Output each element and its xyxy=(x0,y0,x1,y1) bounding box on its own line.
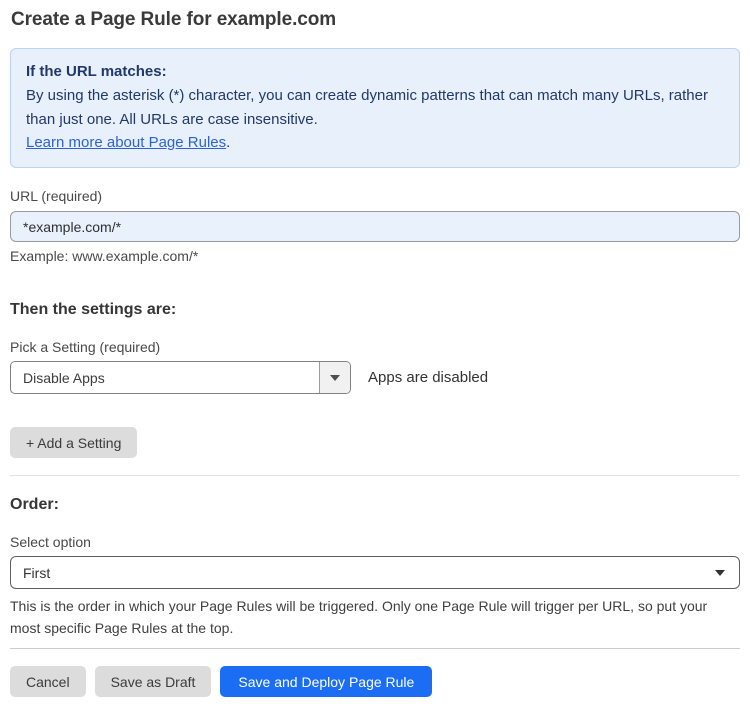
chevron-down-icon xyxy=(319,362,350,393)
section-divider xyxy=(10,475,740,476)
url-field-label: URL (required) xyxy=(10,188,103,204)
footer-divider xyxy=(10,648,740,650)
order-helper-text: This is the order in which your Page Rul… xyxy=(10,598,708,636)
info-box-link-line: Learn more about Page Rules. xyxy=(26,131,723,154)
create-page-rule-panel: Create a Page Rule for example.com If th… xyxy=(0,0,750,709)
page-title: Create a Page Rule for example.com xyxy=(11,9,337,30)
url-example-helper: Example: www.example.com/* xyxy=(10,248,199,264)
settings-section-heading: Then the settings are: xyxy=(10,301,177,318)
select-option-label: Select option xyxy=(10,534,91,550)
setting-status-text: Apps are disabled xyxy=(368,369,489,386)
order-section-heading: Order: xyxy=(10,496,59,513)
info-box-heading: If the URL matches: xyxy=(26,63,167,80)
order-select-value: First xyxy=(23,564,51,581)
add-setting-button[interactable]: + Add a Setting xyxy=(10,427,138,458)
cancel-button[interactable]: Cancel xyxy=(10,666,86,698)
setting-select-value: Disable Apps xyxy=(23,369,105,386)
save-as-draft-button[interactable]: Save as Draft xyxy=(94,666,212,698)
footer-actions: Cancel Save as Draft Save and Deploy Pag… xyxy=(10,666,740,698)
learn-more-page-rules-link[interactable]: Learn more about Page Rules xyxy=(26,134,226,151)
url-input[interactable] xyxy=(10,211,740,242)
pick-setting-label: Pick a Setting (required) xyxy=(10,339,161,355)
url-match-info-box: If the URL matches: By using the asteris… xyxy=(10,48,740,168)
setting-select[interactable]: Disable Apps xyxy=(10,361,351,394)
caret-glyph xyxy=(330,374,340,381)
link-period: . xyxy=(226,133,231,151)
chevron-down-icon xyxy=(715,569,725,576)
setting-row: Disable Apps Apps are disabled xyxy=(10,361,740,394)
order-select[interactable]: First xyxy=(10,556,740,589)
info-box-body: By using the asterisk (*) character, you… xyxy=(26,87,708,128)
save-and-deploy-button[interactable]: Save and Deploy Page Rule xyxy=(220,666,433,698)
